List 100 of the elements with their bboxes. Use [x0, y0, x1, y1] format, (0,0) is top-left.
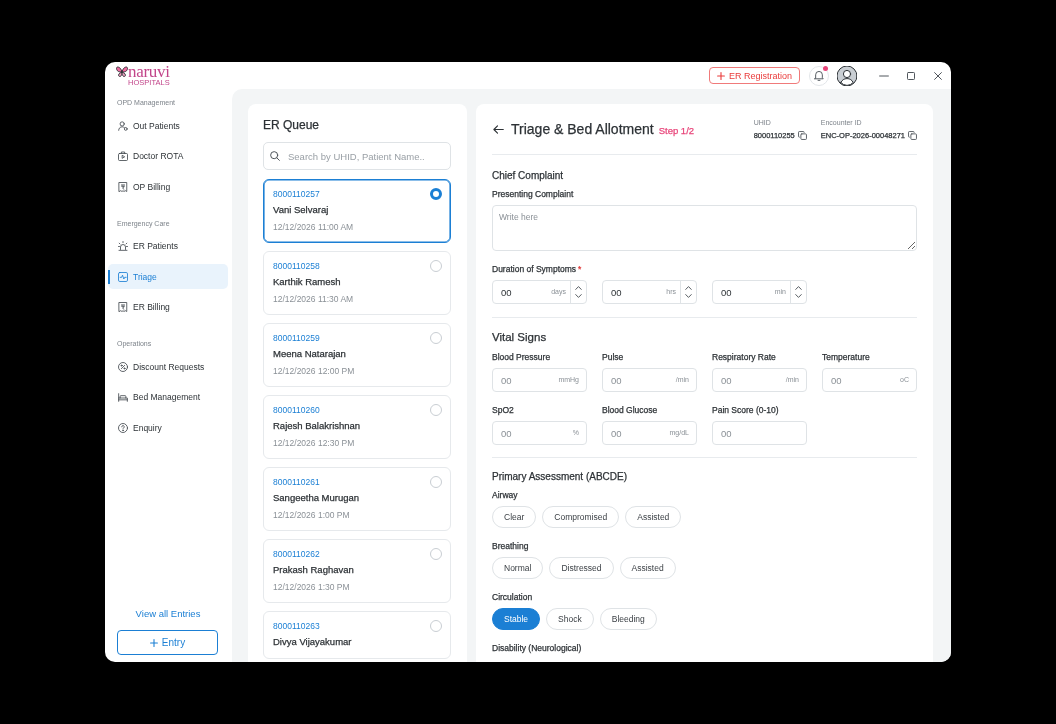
- option-chip[interactable]: Distressed: [549, 557, 614, 579]
- patient-name: Sangeetha Murugan: [273, 491, 361, 505]
- visit-time: 12/12/2026 1:30 PM: [273, 581, 351, 593]
- siren-icon: [118, 241, 128, 251]
- radio-button[interactable]: [430, 620, 442, 632]
- queue-item[interactable]: 8000110262 Prakash Raghavan 12/12/2026 1:30 PM: [263, 539, 451, 603]
- nav-item[interactable]: Doctor ROTA: [108, 143, 228, 169]
- radio-button[interactable]: [430, 188, 442, 200]
- option-chip[interactable]: Clear: [492, 506, 537, 528]
- patient-name: Karthik Ramesh: [273, 275, 342, 289]
- radio-button[interactable]: [430, 404, 442, 416]
- plus-icon: [716, 71, 725, 80]
- er-registration-button[interactable]: ER Registration: [708, 67, 800, 84]
- field-label: Respiratory Rate: [712, 351, 777, 363]
- patient-id: 8000110259: [273, 332, 320, 344]
- bed-icon: [118, 392, 128, 402]
- queue-item[interactable]: 8000110257 Vani Selvaraj 12/12/2026 11:00 AM: [263, 179, 451, 243]
- search-field[interactable]: Search by UHID, Patient Name..: [263, 142, 451, 170]
- person-icon: [118, 120, 128, 131]
- complaint-textarea[interactable]: Write here: [492, 205, 917, 251]
- queue-item[interactable]: 8000110260 Rajesh Balakrishnan 12/12/2026 12:30 PM: [263, 395, 451, 459]
- patient-id: 8000110260: [273, 404, 320, 416]
- visit-time: 12/12/2026 12:00 PM: [273, 365, 356, 377]
- radio-button[interactable]: [430, 260, 442, 272]
- visit-time: 12/12/2026 1:00 PM: [273, 509, 351, 521]
- section-title: Chief Complaint: [492, 169, 565, 183]
- queue-item[interactable]: 8000110263 Divya Vijayakumar: [263, 611, 451, 659]
- patient-id: 8000110263: [273, 620, 320, 632]
- chevron-up-icon[interactable]: [795, 286, 802, 290]
- help-icon: [118, 422, 128, 433]
- bell-icon: [814, 70, 824, 81]
- chevron-down-icon[interactable]: [575, 294, 582, 298]
- back-arrow-icon[interactable]: [493, 124, 504, 134]
- visit-time: 12/12/2026 11:30 AM: [273, 293, 355, 305]
- field-label: Circulation: [492, 591, 534, 603]
- field-label: Disability (Neurological): [492, 642, 583, 654]
- view-all-entries-link[interactable]: View all Entries: [135, 607, 201, 621]
- option-chip[interactable]: Bleeding: [599, 608, 657, 630]
- briefcase-icon: [118, 151, 128, 161]
- chevron-up-icon[interactable]: [575, 286, 582, 290]
- visit-time: 12/12/2026 12:30 PM: [273, 437, 356, 449]
- vital-input[interactable]: 00: [712, 421, 807, 445]
- maximize-icon[interactable]: [907, 71, 915, 80]
- radio-button[interactable]: [430, 548, 442, 560]
- option-chip[interactable]: Assisted: [625, 506, 682, 528]
- close-icon[interactable]: [934, 71, 942, 80]
- queue-item[interactable]: 8000110258 Karthik Ramesh 12/12/2026 11:30 AM: [263, 251, 451, 315]
- patient-id: 8000110257: [273, 188, 320, 200]
- field-label: Blood Pressure: [492, 351, 552, 363]
- option-chip[interactable]: Shock: [546, 608, 594, 630]
- option-chip[interactable]: Normal: [492, 557, 544, 579]
- nav-item[interactable]: Enquiry: [108, 415, 228, 440]
- section-title: Vital Signs: [492, 330, 548, 345]
- notifications-button[interactable]: [809, 65, 829, 86]
- chevron-down-icon[interactable]: [685, 294, 692, 298]
- chevron-up-icon[interactable]: [685, 286, 692, 290]
- visit-time: 12/12/2026 11:00 AM: [273, 221, 355, 233]
- patient-id: 8000110262: [273, 548, 320, 560]
- option-chip[interactable]: Assisted: [619, 557, 676, 579]
- field-label: Temperature: [822, 351, 871, 363]
- receipt-icon: [118, 181, 128, 192]
- nav-item[interactable]: Triage: [108, 264, 228, 289]
- field-label: SpO2: [492, 404, 515, 416]
- field-label: Pain Score (0-10): [712, 404, 780, 416]
- nav-item[interactable]: Discount Requests: [108, 354, 228, 379]
- field-label: Pulse: [602, 351, 625, 363]
- page-title: Triage & Bed Allotment: [511, 121, 654, 137]
- field-label: Presenting Complaint: [492, 188, 575, 200]
- queue-item[interactable]: 8000110261 Sangeetha Murugan 12/12/2026 1:00 PM: [263, 467, 451, 531]
- field-label: Duration of Symptoms *: [492, 263, 583, 275]
- patient-id: 8000110258: [273, 260, 320, 272]
- patient-name: Divya Vijayakumar: [273, 635, 353, 649]
- step-indicator: Step 1/2: [658, 125, 695, 136]
- chevron-down-icon[interactable]: [795, 294, 802, 298]
- copy-icon[interactable]: [908, 131, 917, 140]
- nav-item[interactable]: ER Patients: [108, 233, 228, 259]
- new-entry-button[interactable]: Entry: [117, 630, 218, 655]
- logo-wordmark: naruvi: [128, 64, 170, 79]
- nav-item[interactable]: OP Billing: [108, 174, 228, 199]
- search-icon: [270, 151, 280, 161]
- panel-title: ER Queue: [263, 117, 321, 133]
- nav-item[interactable]: Bed Management: [108, 384, 228, 410]
- pulse-icon: [118, 271, 128, 282]
- copy-icon[interactable]: [797, 131, 807, 140]
- queue-item[interactable]: 8000110259 Meena Natarajan 12/12/2026 12:00 PM: [263, 323, 451, 387]
- radio-button[interactable]: [430, 476, 442, 488]
- avatar-icon[interactable]: [837, 65, 857, 86]
- option-chip[interactable]: Compromised: [542, 506, 620, 528]
- patient-name: Vani Selvaraj: [273, 203, 330, 217]
- radio-button[interactable]: [430, 332, 442, 344]
- option-chip[interactable]: Stable: [492, 608, 541, 630]
- patient-name: Rajesh Balakrishnan: [273, 419, 362, 433]
- field-label: Airway: [492, 489, 519, 501]
- nav-item[interactable]: ER Billing: [108, 294, 228, 320]
- patient-name: Meena Natarajan: [273, 347, 347, 361]
- nav-item[interactable]: Out Patients: [108, 113, 228, 138]
- butterfly-icon: [116, 66, 128, 78]
- field-label: Blood Glucose: [602, 404, 659, 416]
- field-label: Breathing: [492, 540, 530, 552]
- receipt-icon: [118, 302, 128, 312]
